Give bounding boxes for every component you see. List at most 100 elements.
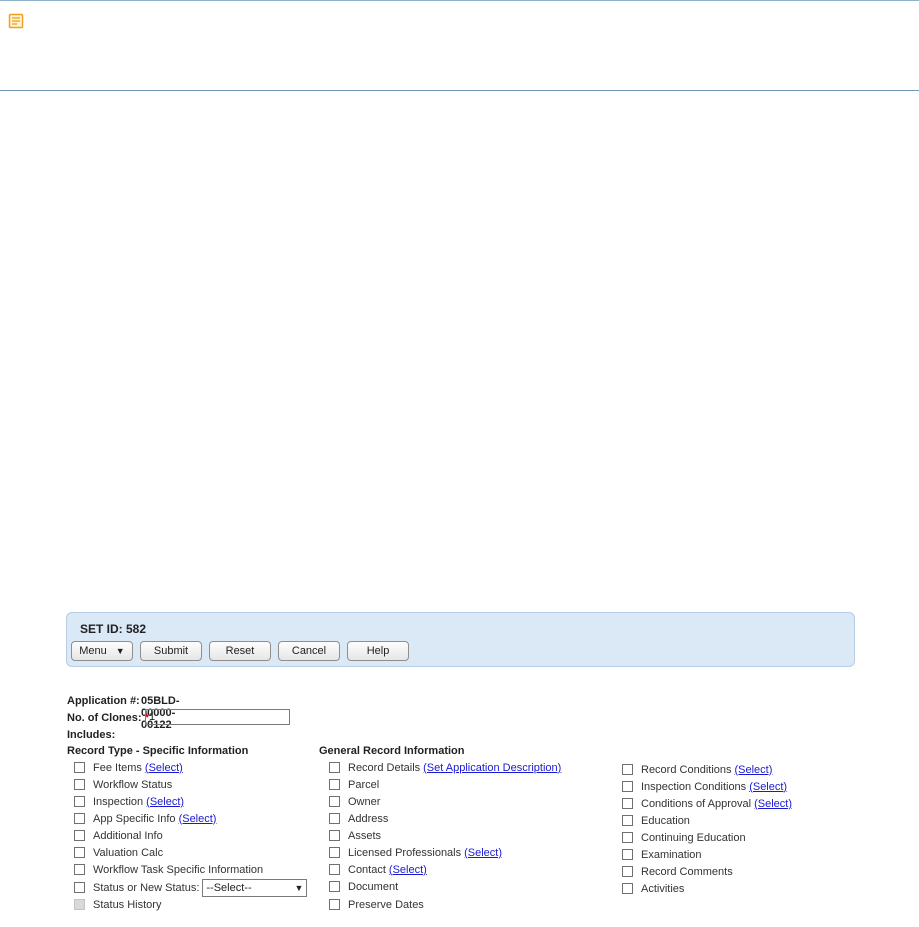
item-label: Workflow Status (93, 778, 173, 791)
owner-checkbox[interactable] (329, 796, 340, 807)
list-item: Inspection (Select) (74, 793, 184, 810)
list-item: Additional Info (74, 827, 163, 844)
reset-button[interactable]: Reset (209, 641, 271, 661)
item-label: Workflow Task Specific Information (93, 863, 264, 876)
list-item: Workflow Task Specific Information (74, 861, 263, 878)
workflow-status-checkbox[interactable] (74, 779, 85, 790)
status-select-value: --Select-- (206, 881, 252, 894)
valuation-calc-checkbox[interactable] (74, 847, 85, 858)
list-item: Assets (329, 827, 381, 844)
item-label: Record Details (348, 761, 421, 774)
list-item: App Specific Info (Select) (74, 810, 216, 827)
inspection-conditions-checkbox[interactable] (622, 781, 633, 792)
record-comments-checkbox[interactable] (622, 866, 633, 877)
list-item: Status or New Status: --Select-- ▼ (74, 878, 308, 897)
list-item: Record Conditions (Select) (622, 761, 772, 778)
item-label: Address (348, 812, 389, 825)
fee-items-checkbox[interactable] (74, 762, 85, 773)
record-type-heading: Record Type - Specific Information (67, 745, 249, 757)
status-select[interactable]: --Select-- ▼ (202, 878, 308, 897)
status-history-checkbox (74, 899, 85, 910)
licensed-professionals-checkbox[interactable] (329, 847, 340, 858)
list-item: Status History (74, 896, 161, 913)
list-item: Record Details (Set Application Descript… (329, 759, 561, 776)
record-conditions-select-link[interactable]: (Select) (735, 764, 773, 776)
general-record-heading: General Record Information (319, 745, 465, 757)
licensed-professionals-select-link[interactable]: (Select) (464, 847, 502, 859)
status-checkbox[interactable] (74, 882, 85, 893)
conditions-of-approval-checkbox[interactable] (622, 798, 633, 809)
notice-band (0, 0, 919, 91)
address-checkbox[interactable] (329, 813, 340, 824)
list-item: Inspection Conditions (Select) (622, 778, 787, 795)
list-item: Contact (Select) (329, 861, 427, 878)
list-item: Address (329, 810, 388, 827)
set-description-link[interactable]: (Set Application Description) (423, 762, 561, 774)
item-label: Continuing Education (641, 831, 746, 844)
cancel-button[interactable]: Cancel (278, 641, 340, 661)
item-label: Valuation Calc (93, 846, 164, 859)
item-label: Inspection Conditions (641, 780, 747, 793)
fee-items-select-link[interactable]: (Select) (145, 762, 183, 774)
clones-input[interactable]: 1 (145, 709, 290, 725)
additional-info-checkbox[interactable] (74, 830, 85, 841)
note-icon[interactable] (8, 13, 24, 29)
conditions-of-approval-select-link[interactable]: (Select) (754, 798, 792, 810)
list-item: Record Comments (622, 863, 733, 880)
item-label: Document (348, 880, 399, 893)
inspection-conditions-select-link[interactable]: (Select) (749, 781, 787, 793)
examination-checkbox[interactable] (622, 849, 633, 860)
clones-label: No. of Clones: (67, 712, 142, 724)
list-item: Document (329, 878, 398, 895)
item-label: Licensed Professionals (348, 846, 462, 859)
item-label: Education (641, 814, 690, 827)
list-item: Workflow Status (74, 776, 172, 793)
record-details-checkbox[interactable] (329, 762, 340, 773)
list-item: Parcel (329, 776, 379, 793)
menu-caret-icon: ▼ (115, 645, 125, 656)
set-id-title: SET ID: 582 (80, 622, 147, 636)
education-checkbox[interactable] (622, 815, 633, 826)
application-label: Application #: (67, 695, 140, 707)
list-item: Preserve Dates (329, 896, 424, 913)
set-header-panel: SET ID: 582 Menu ▼ Submit Reset Cancel H… (66, 612, 855, 667)
list-item: Examination (622, 846, 702, 863)
item-label: Parcel (348, 778, 380, 791)
item-label: Preserve Dates (348, 898, 424, 911)
continuing-education-checkbox[interactable] (622, 832, 633, 843)
item-label: App Specific Info (93, 812, 176, 825)
item-label: Contact (348, 863, 386, 876)
list-item: Valuation Calc (74, 844, 163, 861)
item-label: Inspection (93, 795, 144, 808)
inspection-select-link[interactable]: (Select) (146, 796, 184, 808)
preserve-dates-checkbox[interactable] (329, 899, 340, 910)
item-label: Status History (93, 898, 162, 911)
parcel-checkbox[interactable] (329, 779, 340, 790)
record-conditions-checkbox[interactable] (622, 764, 633, 775)
inspection-checkbox[interactable] (74, 796, 85, 807)
item-label: Examination (641, 848, 702, 861)
document-checkbox[interactable] (329, 881, 340, 892)
app-specific-info-checkbox[interactable] (74, 813, 85, 824)
list-item: Owner (329, 793, 380, 810)
list-item: Education (622, 812, 690, 829)
item-label: Fee Items (93, 761, 142, 774)
chevron-down-icon: ▼ (294, 882, 304, 893)
contact-select-link[interactable]: (Select) (389, 864, 427, 876)
app-specific-info-select-link[interactable]: (Select) (179, 813, 217, 825)
item-label: Additional Info (93, 829, 163, 842)
list-item: Fee Items (Select) (74, 759, 183, 776)
submit-button[interactable]: Submit (140, 641, 202, 661)
clones-label-row: No. of Clones: * (67, 712, 149, 724)
activities-checkbox[interactable] (622, 883, 633, 894)
item-label: Status or New Status: (93, 881, 200, 894)
assets-checkbox[interactable] (329, 830, 340, 841)
list-item: Conditions of Approval (Select) (622, 795, 792, 812)
contact-checkbox[interactable] (329, 864, 340, 875)
item-label: Owner (348, 795, 381, 808)
workflow-task-info-checkbox[interactable] (74, 864, 85, 875)
help-button[interactable]: Help (347, 641, 409, 661)
list-item: Activities (622, 880, 684, 897)
menu-button[interactable]: Menu ▼ (71, 641, 133, 661)
item-label: Record Comments (641, 865, 733, 878)
